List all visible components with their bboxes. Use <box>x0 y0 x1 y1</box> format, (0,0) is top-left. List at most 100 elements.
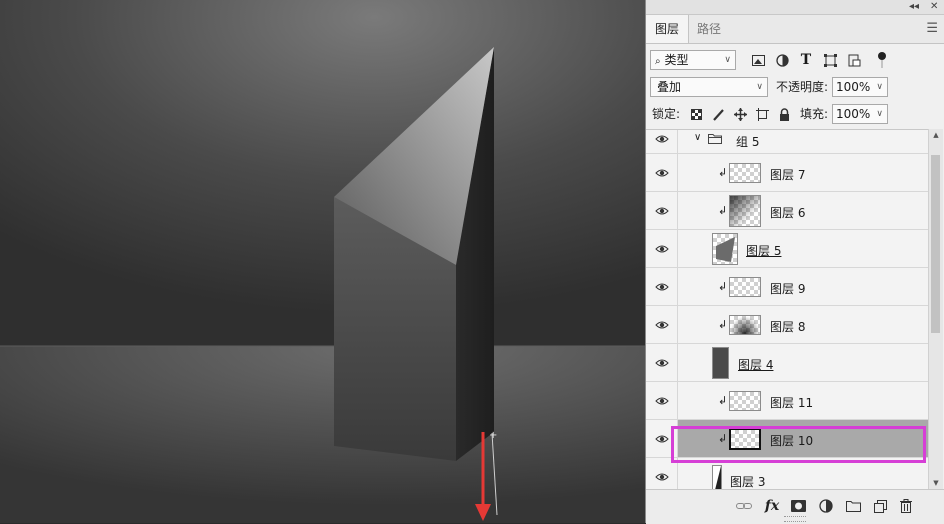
clipping-mask-icon: ↲ <box>718 394 728 407</box>
clipping-mask-icon: ↲ <box>718 432 728 445</box>
filter-kind-label: 类型 <box>664 53 689 67</box>
opacity-label: 不透明度: <box>776 80 829 94</box>
layer-name: 图层 11 <box>770 396 814 410</box>
lock-all-icon[interactable] <box>774 104 794 124</box>
clipping-mask-icon: ↲ <box>718 166 728 179</box>
artwork: + <box>0 0 645 523</box>
add-mask-icon[interactable] <box>788 496 808 516</box>
panel-tabs: 图层 路径 ☰ <box>646 15 944 44</box>
layer-name: 图层 9 <box>770 282 806 296</box>
layer-thumbnail <box>729 315 761 335</box>
layer-row[interactable]: 图层 5 <box>646 230 928 268</box>
layer-thumbnail <box>712 465 722 490</box>
layer-row[interactable]: ↲ 图层 6 <box>646 192 928 230</box>
lock-row: 锁定: 填充: 100% ∨ <box>646 101 944 127</box>
layers-list[interactable]: ∨ 组 5 ↲ 图层 7 ↲ 图层 6 图层 5 ↲ 图层 9 ↲ 图层 8 图… <box>646 129 928 490</box>
eye-icon[interactable] <box>655 242 669 256</box>
layer-thumbnail <box>729 163 761 183</box>
fill-input[interactable]: 100% ∨ <box>832 104 888 124</box>
fill-value: 100% <box>836 107 871 121</box>
clipping-mask-icon: ↲ <box>718 318 728 331</box>
lock-artboard-icon[interactable] <box>752 104 772 124</box>
lock-position-icon[interactable] <box>730 104 750 124</box>
clipping-mask-icon: ↲ <box>718 204 728 217</box>
smart-object-filter-icon[interactable] <box>844 50 864 70</box>
layer-name: 图层 4 <box>738 358 774 372</box>
layer-name: 图层 3 <box>730 475 766 489</box>
opacity-input[interactable]: 100% ∨ <box>832 77 888 97</box>
panel-menu-icon[interactable]: ☰ <box>926 21 938 36</box>
eye-icon[interactable] <box>655 280 669 294</box>
filter-toggle-icon[interactable] <box>872 50 892 70</box>
lock-transparent-pixels-icon[interactable] <box>686 104 706 124</box>
fill-label: 填充: <box>800 107 829 121</box>
eye-icon[interactable] <box>655 318 669 332</box>
layer-thumbnail <box>729 195 761 227</box>
lock-image-pixels-icon[interactable] <box>708 104 728 124</box>
chevron-down-icon[interactable]: ∨ <box>694 132 701 143</box>
eye-icon[interactable] <box>655 356 669 370</box>
scroll-up-icon[interactable]: ▲ <box>929 131 943 139</box>
layer-row-group[interactable]: ∨ 组 5 <box>646 130 928 154</box>
layer-row[interactable]: ↲ 图层 11 <box>646 382 928 420</box>
layer-thumbnail <box>729 428 761 450</box>
blend-mode-select[interactable]: 叠加 ∨ <box>650 77 768 97</box>
layer-thumbnail <box>729 391 761 411</box>
opacity-value: 100% <box>836 80 871 94</box>
shape-filter-icon[interactable] <box>820 50 840 70</box>
document-canvas[interactable]: + <box>0 0 645 523</box>
chevron-down-icon: ∨ <box>876 109 883 119</box>
adjustment-layer-icon[interactable] <box>816 496 836 516</box>
chevron-down-icon: ∨ <box>756 82 763 92</box>
eye-icon[interactable] <box>655 394 669 408</box>
scroll-down-icon[interactable]: ▼ <box>929 479 943 487</box>
layer-row[interactable]: ↲ 图层 8 <box>646 306 928 344</box>
eye-icon[interactable] <box>655 470 669 484</box>
layers-bottom-toolbar: fx <box>646 489 944 524</box>
search-icon: ⌕ <box>655 56 661 67</box>
layers-panel: ◂◂ ✕ 图层 路径 ☰ ⌕ 类型 ∨ T 叠加 ∨ 不透明度: 100% ∨ … <box>645 0 944 524</box>
scroll-thumb[interactable] <box>931 155 940 333</box>
tab-layers[interactable]: 图层 <box>646 15 690 43</box>
filter-kind-select[interactable]: ⌕ 类型 ∨ <box>650 50 736 70</box>
resize-grip[interactable] <box>784 516 806 522</box>
layer-name: 图层 5 <box>746 244 782 258</box>
type-filter-icon[interactable]: T <box>796 50 816 70</box>
layer-row[interactable]: 图层 3 <box>646 458 928 490</box>
layer-row[interactable]: ↲ 图层 7 <box>646 154 928 192</box>
blend-row: 叠加 ∨ 不透明度: 100% ∨ <box>646 75 944 99</box>
folder-icon <box>708 134 722 144</box>
collapse-panel-icon[interactable]: ◂◂ <box>909 0 919 14</box>
panel-top-strip: ◂◂ ✕ <box>646 0 944 15</box>
lock-label: 锁定: <box>652 107 681 121</box>
eye-icon[interactable] <box>655 132 669 146</box>
layer-row[interactable]: ↲ 图层 9 <box>646 268 928 306</box>
trash-icon[interactable] <box>896 496 916 516</box>
layer-name: 图层 8 <box>770 320 806 334</box>
eye-icon[interactable] <box>655 432 669 446</box>
adjustment-filter-icon[interactable] <box>772 50 792 70</box>
layer-name: 图层 10 <box>770 434 814 448</box>
chevron-down-icon: ∨ <box>724 55 731 65</box>
image-filter-icon[interactable] <box>748 50 768 70</box>
clipping-mask-icon: ↲ <box>718 280 728 293</box>
layer-name: 图层 7 <box>770 168 806 182</box>
layer-row-selected[interactable]: ↲ 图层 10 <box>646 420 928 458</box>
link-layers-icon[interactable] <box>734 496 754 516</box>
fx-icon[interactable]: fx <box>762 496 782 516</box>
filter-row: ⌕ 类型 ∨ T <box>646 47 944 73</box>
new-group-folder-icon[interactable] <box>843 496 863 516</box>
layer-row[interactable]: 图层 4 <box>646 344 928 382</box>
blend-mode-label: 叠加 <box>657 80 682 94</box>
eye-icon[interactable] <box>655 166 669 180</box>
close-panel-icon[interactable]: ✕ <box>930 0 938 14</box>
eye-icon[interactable] <box>655 204 669 218</box>
layers-scrollbar[interactable]: ▲ ▼ <box>928 129 943 489</box>
layer-name: 组 5 <box>736 135 760 149</box>
tab-paths[interactable]: 路径 <box>688 15 730 43</box>
layer-thumbnail <box>712 347 729 379</box>
new-layer-icon[interactable] <box>870 496 890 516</box>
svg-text:+: + <box>489 430 497 441</box>
layer-name: 图层 6 <box>770 206 806 220</box>
layer-thumbnail <box>729 277 761 297</box>
